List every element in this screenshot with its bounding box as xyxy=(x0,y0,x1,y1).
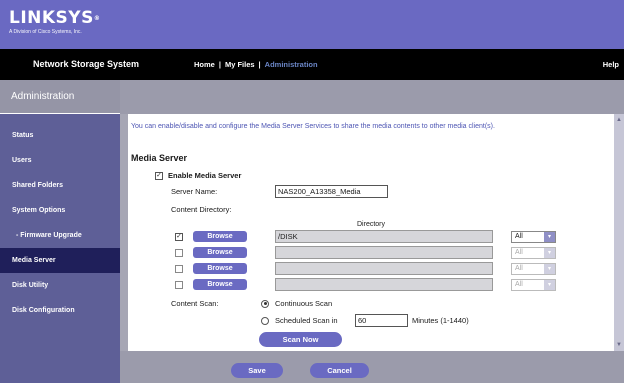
continuous-scan-option: Continuous Scan xyxy=(261,299,332,308)
content-directory-label: Content Directory: xyxy=(171,205,232,214)
scheduled-scan-minutes-input[interactable] xyxy=(355,314,408,327)
directory-3-media-type-select[interactable]: All ▾ xyxy=(511,263,556,275)
browse-button-4[interactable]: Browse xyxy=(193,279,247,290)
sidebar-item-disk-configuration[interactable]: Disk Configuration xyxy=(0,298,120,323)
nav-administration-link[interactable]: Administration xyxy=(265,60,318,69)
chevron-down-icon: ▾ xyxy=(544,248,555,258)
directory-column-header: Directory xyxy=(357,221,386,228)
chevron-down-icon: ▾ xyxy=(544,232,555,242)
enable-media-server-checkbox[interactable]: ✓ xyxy=(155,171,163,180)
content-scan-label: Content Scan: xyxy=(171,299,219,308)
top-nav-bar: Network Storage System Home | My Files | Adm… xyxy=(0,49,624,80)
section-title: Media Server xyxy=(131,153,188,163)
directory-4-checkbox[interactable] xyxy=(175,281,183,289)
scan-now-button[interactable]: Scan Now xyxy=(259,332,342,347)
nav-help-link[interactable]: Help xyxy=(603,60,619,69)
nav-home-link[interactable]: Home xyxy=(194,60,215,69)
cancel-button[interactable]: Cancel xyxy=(310,363,369,378)
logo-tagline: A Division of Cisco Systems, Inc. xyxy=(9,29,82,35)
directory-3-checkbox[interactable] xyxy=(175,265,183,273)
sidebar-item-system-options[interactable]: System Options xyxy=(0,198,120,223)
scheduled-scan-label: Scheduled Scan in xyxy=(275,316,338,325)
browse-button-1[interactable]: Browse xyxy=(193,231,247,242)
content-left-edge xyxy=(120,114,128,351)
directory-2-path[interactable] xyxy=(275,246,493,259)
sidebar-item-status[interactable]: Status xyxy=(0,123,120,148)
media-server-panel: You can enable/disable and configure the… xyxy=(128,114,614,351)
enable-media-server-row: ✓ Enable Media Server xyxy=(155,171,241,180)
scheduled-scan-units-label: Minutes (1-1440) xyxy=(412,316,469,325)
sidebar: Administration Status Users Shared Folde… xyxy=(0,80,120,383)
continuous-scan-label: Continuous Scan xyxy=(275,299,333,308)
directory-1-path[interactable]: /DISK xyxy=(275,230,493,243)
content-scan-label-row: Content Scan: xyxy=(171,299,219,308)
content-header-band xyxy=(120,80,624,114)
intro-text: You can enable/disable and configure the… xyxy=(131,123,495,130)
footer-bar: Save Cancel xyxy=(120,351,624,383)
scroll-up-arrow-icon[interactable]: ▲ xyxy=(615,116,623,124)
nav-separator: | xyxy=(218,60,221,69)
scheduled-scan-radio[interactable] xyxy=(261,316,269,325)
chevron-down-icon: ▾ xyxy=(544,264,555,274)
chevron-down-icon: ▾ xyxy=(544,280,555,290)
nav-separator: | xyxy=(258,60,261,69)
app-title: Network Storage System xyxy=(33,59,140,69)
sidebar-item-firmware-upgrade[interactable]: - Firmware Upgrade xyxy=(0,223,120,248)
sidebar-item-media-server[interactable]: Media Server xyxy=(0,248,120,273)
save-button[interactable]: Save xyxy=(231,363,283,378)
sidebar-title: Administration xyxy=(11,91,75,102)
browse-button-2[interactable]: Browse xyxy=(193,247,247,258)
sidebar-header: Administration xyxy=(0,80,120,114)
directory-2-checkbox[interactable] xyxy=(175,249,183,257)
server-name-label: Server Name: xyxy=(171,187,218,196)
directory-1-media-type-select[interactable]: All ▾ xyxy=(511,231,556,243)
scheduled-scan-units-row: Minutes (1-1440) xyxy=(412,316,469,325)
scheduled-scan-option: Scheduled Scan in xyxy=(261,316,338,325)
directory-2-media-type-select[interactable]: All ▾ xyxy=(511,247,556,259)
vertical-scrollbar[interactable]: ▲ ▼ xyxy=(614,114,624,351)
directory-4-media-type-value: All xyxy=(515,281,523,288)
directory-3-path[interactable] xyxy=(275,262,493,275)
sidebar-item-shared-folders[interactable]: Shared Folders xyxy=(0,173,120,198)
directory-1-media-type-value: All xyxy=(515,233,523,240)
nav-my-files-link[interactable]: My Files xyxy=(225,60,255,69)
browse-button-3[interactable]: Browse xyxy=(193,263,247,274)
directory-3-media-type-value: All xyxy=(515,265,523,272)
sidebar-menu: Status Users Shared Folders System Optio… xyxy=(0,123,120,323)
enable-media-server-label: Enable Media Server xyxy=(168,171,242,180)
sidebar-item-users[interactable]: Users xyxy=(0,148,120,173)
directory-4-path[interactable] xyxy=(275,278,493,291)
sidebar-item-disk-utility[interactable]: Disk Utility xyxy=(0,273,120,298)
directory-1-checkbox[interactable]: ✓ xyxy=(175,233,183,241)
content-directory-label-row: Content Directory: xyxy=(171,205,231,214)
scroll-down-arrow-icon[interactable]: ▼ xyxy=(615,341,623,349)
server-name-input[interactable] xyxy=(275,185,388,198)
brand-bar: LINKSYS® A Division of Cisco Systems, In… xyxy=(0,0,624,49)
directory-4-media-type-select[interactable]: All ▾ xyxy=(511,279,556,291)
linksys-logo: LINKSYS® A Division of Cisco Systems, In… xyxy=(9,8,101,36)
continuous-scan-radio[interactable] xyxy=(261,299,269,308)
nav-links: Home | My Files | Administration xyxy=(194,60,318,69)
server-name-row: Server Name: xyxy=(171,187,217,196)
directory-2-media-type-value: All xyxy=(515,249,523,256)
logo-wordmark: LINKSYS® xyxy=(9,8,101,28)
